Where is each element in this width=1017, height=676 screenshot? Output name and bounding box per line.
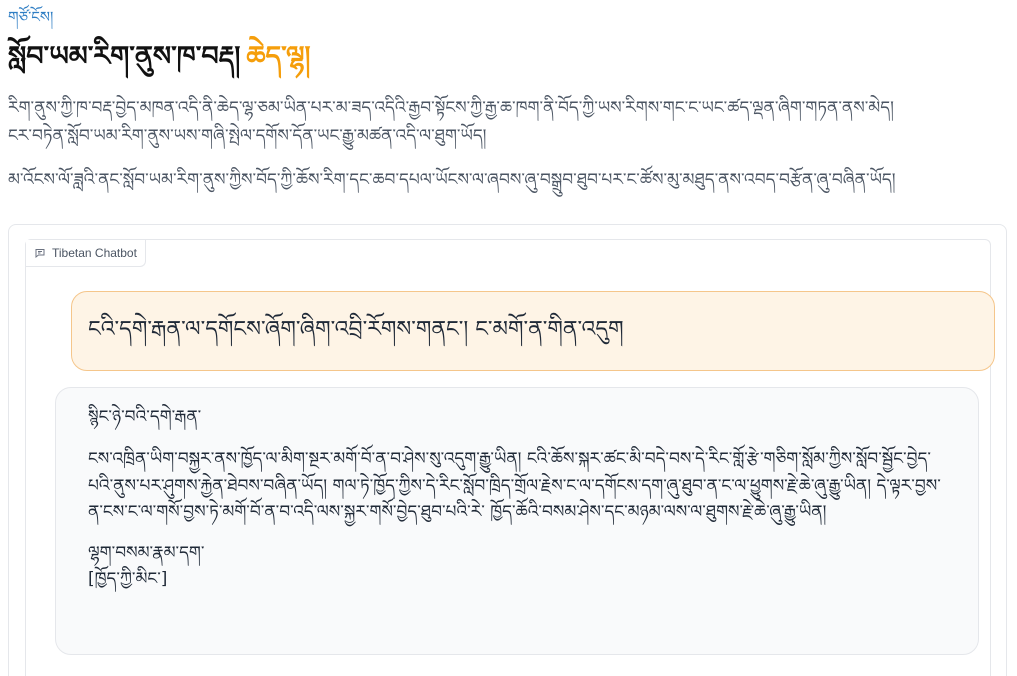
chatbot-container: Tibetan Chatbot ངའི་དགེ་རྒན་ལ་དགོངས་ཞོག་… <box>25 239 995 676</box>
title-main: སློབ་ཡམ་རིག་ནུས་ཁ་བརྡ། <box>8 41 241 72</box>
bot-closing-line-1: ལྷག་བསམ་རྣམ་དག་ <box>88 542 205 563</box>
chat-panel: Tibetan Chatbot ངའི་དགེ་རྒན་ལ་དགོངས་ཞོག་… <box>8 224 1007 676</box>
bot-body: ངས་འཁྲིན་ཡིག་བསྐྱར་ནས་ཁྱོད་ལ་མིག་སྔར་མགོ… <box>88 449 941 522</box>
chatbot-label-text: Tibetan Chatbot <box>52 246 137 260</box>
description: རིག་ནུས་ཀྱི་ཁ་བརྡ་བྱེད་མཁན་འདི་ནི་ཆེད་ལྷ… <box>8 94 1009 150</box>
description-line-3: མ་འོངས་ལོ་ཟླའི་ནང་སློབ་ཡམ་རིག་ནུས་ཀྱིས་བ… <box>8 170 896 190</box>
description-line-1: རིག་ནུས་ཀྱི་ཁ་བརྡ་བྱེད་མཁན་འདི་ནི་ཆེད་ལྷ… <box>8 98 894 118</box>
bot-closing: ལྷག་བསམ་རྣམ་དག་ [ཁྱོད་ཀྱི་མིང་] <box>88 540 948 592</box>
description-line-2: ངར་བཏེན་སློབ་ཡམ་རིག་ནུས་ཡས་གཞི་སྤེལ་དགོས… <box>8 126 487 146</box>
page: གཙོ་ངོས། སློབ་ཡམ་རིག་ནུས་ཁ་བརྡ། ཆེད་ལྷ། ར… <box>0 0 1017 676</box>
page-title: སློབ་ཡམ་རིག་ནུས་ཁ་བརྡ། ཆེད་ལྷ། <box>8 38 1009 76</box>
bot-greeting: སྙིང་ཉེ་བའི་དགེ་རྒན་ <box>88 407 202 427</box>
bot-closing-line-2: [ཁྱོད་ཀྱི་མིང་] <box>88 568 168 589</box>
home-link[interactable]: གཙོ་ངོས། <box>8 6 53 28</box>
user-message: ངའི་དགེ་རྒན་ལ་དགོངས་ཞོག་ཞིག་འབྲི་རོགས་གན… <box>71 291 995 371</box>
title-accent: ཆེད་ལྷ། <box>246 41 311 72</box>
user-message-text: ངའི་དགེ་རྒན་ལ་དགོངས་ཞོག་ཞིག་འབྲི་རོགས་གན… <box>88 317 624 342</box>
chat-bubble-icon <box>35 249 45 259</box>
bot-message: སྙིང་ཉེ་བའི་དགེ་རྒན་ ངས་འཁྲིན་ཡིག་བསྐྱར་… <box>55 387 979 655</box>
chatbot-label: Tibetan Chatbot <box>26 240 146 267</box>
